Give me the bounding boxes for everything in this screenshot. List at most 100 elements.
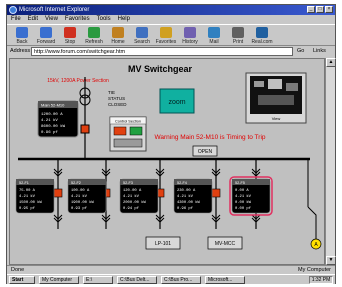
real-icon xyxy=(256,27,268,38)
feeder-meter-value: 1500.00 kW xyxy=(19,200,43,205)
toolbar-print-button[interactable]: Print xyxy=(227,27,249,45)
toolbar-forward-button[interactable]: Forward xyxy=(35,27,57,45)
toolbar-history-button[interactable]: History xyxy=(179,27,201,45)
start-button[interactable]: Start xyxy=(9,276,35,284)
address-input[interactable]: http://www.forum.com/switchgear.htm xyxy=(31,47,293,56)
toolbar-label: Favorites xyxy=(155,39,177,45)
vertical-scrollbar[interactable]: ▲ ▼ xyxy=(325,58,336,265)
browser-window: Microsoft Internet Explorer _ □ × File E… xyxy=(6,4,336,284)
feeder-meter-value: 0.95 pf xyxy=(19,206,36,211)
feeder-meter-1: 52-F1 75.00 A4.21 kV1500.00 kW0.95 pf xyxy=(15,178,55,214)
open-button[interactable]: OPEN xyxy=(192,145,218,157)
feeder-3: 52-F3 120.00 A4.21 kV2000.00 kW0.94 pf xyxy=(119,159,165,229)
feeder-button-lp101-label: LP-101 xyxy=(155,241,171,247)
section-subtitle: 15kV, 1200A Power Section xyxy=(47,78,109,84)
toolbar-refresh-button[interactable]: Refresh xyxy=(83,27,105,45)
menu-view[interactable]: View xyxy=(45,15,58,24)
feeder-button-mvmcc[interactable]: MV-MCC xyxy=(207,236,243,250)
toolbar-label: Search xyxy=(134,39,150,45)
taskbar-item-3[interactable]: C:\Bus Delt... xyxy=(117,276,157,284)
feeder-meter-value: 1900.00 kW xyxy=(71,200,95,205)
back-arrow-icon xyxy=(16,27,28,38)
menu-help[interactable]: Help xyxy=(118,15,130,24)
toolbar-label: Mail xyxy=(209,39,219,45)
feeder-meter-title: 52-F5 xyxy=(235,181,245,185)
toolbar-favorites-button[interactable]: Favorites xyxy=(155,27,177,45)
feeder-meter-value: 0.00 pf xyxy=(235,206,252,211)
taskbar-item-2[interactable]: E:\ xyxy=(83,276,113,284)
feeder-meter-value: 75.00 A xyxy=(19,189,36,193)
camera-caption: View xyxy=(272,116,281,121)
feeder-meter-value: 4.21 kV xyxy=(177,194,194,199)
trip-warning: Warning Main 52-M10 is Timing to Trip xyxy=(154,134,265,141)
switchgear-diagram: MV Switchgear 15kV, 1200A Power Section … xyxy=(15,64,322,250)
toolbar-mail-button[interactable]: Mail xyxy=(203,27,225,45)
tie-status-line-3: CLOSED xyxy=(108,102,127,107)
toolbar-search-button[interactable]: Search xyxy=(131,27,153,45)
hmi-page: MV Switchgear 15kV, 1200A Power Section … xyxy=(9,58,325,265)
menu-favorites[interactable]: Favorites xyxy=(65,15,90,24)
links-button[interactable]: Links xyxy=(313,46,326,57)
feeder-meter-title: 52-F2 xyxy=(71,181,81,185)
tie-status-line-1: TIE xyxy=(108,90,115,95)
taskbar-item-5[interactable]: Microsoft... xyxy=(205,276,245,284)
feeder-meter-value: 4.21 kV xyxy=(19,194,36,199)
taskbar-item-1[interactable]: My Computer xyxy=(39,276,79,284)
tie-status-line-2: STATUS xyxy=(108,96,125,101)
main-breaker[interactable] xyxy=(80,124,90,134)
camera-view[interactable]: View xyxy=(245,72,307,124)
feeder-meter-4: 52-F4 230.00 A4.21 kV4300.00 kW0.96 pf xyxy=(173,178,213,214)
feeder-meter-title: 52-F1 xyxy=(19,181,29,185)
menu-tools[interactable]: Tools xyxy=(97,15,111,24)
menu-file[interactable]: File xyxy=(11,15,21,24)
feeder-meter-value: 4300.00 kW xyxy=(177,200,201,205)
feeder-meter-title: 52-F3 xyxy=(123,181,133,185)
toolbar-realcom-button[interactable]: Real.com xyxy=(251,27,273,45)
feeder-meter-value: 4.21 kV xyxy=(71,194,88,199)
control-reset-button[interactable] xyxy=(113,138,143,148)
title-bar: Microsoft Internet Explorer _ □ × xyxy=(7,5,335,15)
main-meter-title: Main 52-M10 xyxy=(41,103,65,108)
toolbar-label: Real.com xyxy=(251,39,273,45)
feeder-meter-value: 0.96 pf xyxy=(177,206,194,211)
scroll-up-icon[interactable]: ▲ xyxy=(326,58,336,67)
windows-taskbar: Start My Computer E:\ C:\Bus Delt... C:\… xyxy=(7,274,335,284)
minimize-button[interactable]: _ xyxy=(307,6,315,13)
feeder-button-lp101[interactable]: LP-101 xyxy=(145,236,181,250)
menu-edit[interactable]: Edit xyxy=(28,15,38,24)
internet-explorer-icon xyxy=(9,6,17,14)
browser-toolbar: Back Forward Stop Refresh Home Search Favorite… xyxy=(7,24,335,46)
toolbar-label: Back xyxy=(16,39,28,45)
go-button[interactable]: Go xyxy=(297,46,304,57)
zoom-button[interactable]: zoom xyxy=(159,88,195,114)
window-title: Microsoft Internet Explorer xyxy=(19,7,90,13)
main-meter-kv: 4.21 kV xyxy=(41,118,58,123)
feeder-button-mvmcc-label: MV-MCC xyxy=(215,241,236,247)
feeder-meter-value: 0.00 kW xyxy=(235,200,252,205)
taskbar-item-4[interactable]: C:\Bus Pro... xyxy=(161,276,201,284)
maximize-button[interactable]: □ xyxy=(316,6,324,13)
feeder-meter-value: 0.93 pf xyxy=(71,206,88,211)
toolbar-back-button[interactable]: Back xyxy=(11,27,33,45)
feeder-meter-title: 52-F4 xyxy=(177,181,187,185)
feeder-4: 52-F4 230.00 A4.21 kV4300.00 kW0.96 pf xyxy=(173,159,221,229)
close-button[interactable]: × xyxy=(325,6,333,13)
toolbar-stop-button[interactable]: Stop xyxy=(59,27,81,45)
toolbar-label: Stop xyxy=(64,39,76,45)
zoom-label: zoom xyxy=(168,99,185,106)
feeder-meter-2: 52-F2 100.00 A4.21 kV1900.00 kW0.93 pf xyxy=(67,178,107,214)
feeder-meter-value: 2000.00 kW xyxy=(123,200,147,205)
feeder-breaker-4[interactable] xyxy=(211,188,221,198)
home-icon xyxy=(112,27,124,38)
page-title: MV Switchgear xyxy=(128,64,193,74)
feeder-meter-value: 4.21 kV xyxy=(235,194,252,199)
toolbar-home-button[interactable]: Home xyxy=(107,27,129,45)
scroll-down-icon[interactable]: ▼ xyxy=(326,256,336,265)
control-close-button[interactable] xyxy=(113,126,127,136)
feeder-breaker-1[interactable] xyxy=(53,188,63,198)
control-trip-button[interactable] xyxy=(129,126,143,136)
open-button-label: OPEN xyxy=(198,149,213,155)
main-meter-pf: 0.96 pf xyxy=(41,130,58,135)
search-icon xyxy=(136,27,148,38)
main-meter-panel: Main 52-M10 1200.00 A 4.21 kV 8600.00 kW… xyxy=(37,100,79,138)
